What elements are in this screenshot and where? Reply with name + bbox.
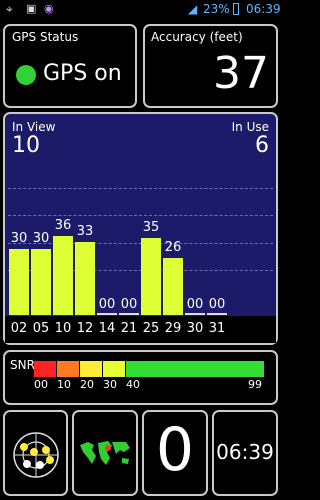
snr-bar bbox=[31, 249, 51, 315]
snr-value-label: 00 bbox=[208, 297, 226, 312]
snr-bar-empty bbox=[97, 313, 117, 315]
snr-bar-empty bbox=[207, 313, 227, 315]
prn-label: 21 bbox=[120, 321, 138, 336]
accuracy-title: Accuracy (feet) bbox=[151, 30, 243, 44]
prn-label: 02 bbox=[10, 321, 28, 336]
in-use-label: In Use bbox=[231, 120, 269, 134]
snr-segment bbox=[126, 361, 264, 377]
satellite-count: 0 bbox=[155, 415, 195, 485]
prn-label: 25 bbox=[142, 321, 160, 336]
in-view-label: In View bbox=[12, 120, 56, 134]
snr-bar bbox=[141, 238, 161, 315]
prn-label: 05 bbox=[32, 321, 50, 336]
world-map-button[interactable] bbox=[72, 410, 138, 496]
gps-status-indicator-icon bbox=[16, 65, 36, 85]
snr-value-label: 26 bbox=[164, 240, 182, 255]
prn-label: 10 bbox=[54, 321, 72, 336]
battery-icon bbox=[233, 3, 239, 15]
snr-bar bbox=[9, 249, 29, 315]
gps-status-title: GPS Status bbox=[12, 30, 79, 44]
snr-tick: 30 bbox=[103, 378, 117, 391]
snr-tick: 99 bbox=[248, 378, 262, 391]
snr-value-label: 33 bbox=[76, 224, 94, 239]
in-use-value: 6 bbox=[255, 133, 269, 158]
world-map-icon bbox=[77, 438, 133, 470]
app-notification-icon: ◉ bbox=[44, 2, 54, 15]
snr-bar bbox=[75, 242, 95, 315]
gps-status-state: GPS on bbox=[43, 61, 122, 86]
snr-value-label: 30 bbox=[10, 231, 28, 246]
prn-label: 12 bbox=[76, 321, 94, 336]
snr-segment bbox=[34, 361, 56, 377]
snr-value-label: 36 bbox=[54, 218, 72, 233]
gps-notification-icon: ⌖ bbox=[6, 2, 13, 16]
snr-bar bbox=[53, 236, 73, 315]
snr-value-label: 35 bbox=[142, 220, 160, 235]
prn-label: 14 bbox=[98, 321, 116, 336]
accuracy-value: 37 bbox=[213, 48, 269, 99]
image-notification-icon: ▣ bbox=[26, 2, 37, 15]
snr-tick: 40 bbox=[126, 378, 140, 391]
snr-label: SNR bbox=[10, 358, 35, 372]
status-clock: 06:39 bbox=[246, 2, 281, 16]
snr-tick: 00 bbox=[34, 378, 48, 391]
snr-segment bbox=[103, 361, 125, 377]
snr-value-label: 00 bbox=[120, 297, 138, 312]
snr-value-label: 00 bbox=[98, 297, 116, 312]
status-bar: ⌖ ▣ ◉ ◢ 23% 06:39 bbox=[0, 0, 281, 20]
battery-percent: 23% bbox=[203, 2, 230, 16]
in-view-value: 10 bbox=[12, 133, 40, 158]
snr-segment bbox=[57, 361, 79, 377]
gps-time: 06:39 bbox=[216, 440, 274, 464]
snr-bar bbox=[163, 258, 183, 315]
snr-segment bbox=[80, 361, 102, 377]
sky-view-button[interactable] bbox=[3, 410, 68, 496]
snr-value-label: 30 bbox=[32, 231, 50, 246]
signal-icon: ◢ bbox=[188, 2, 198, 16]
prn-label: 29 bbox=[164, 321, 182, 336]
grid-line bbox=[8, 215, 273, 216]
snr-tick: 20 bbox=[80, 378, 94, 391]
satellite-radar-icon bbox=[13, 432, 59, 478]
grid-line bbox=[8, 188, 273, 189]
snr-bar-empty bbox=[119, 313, 139, 315]
prn-label: 30 bbox=[186, 321, 204, 336]
prn-label: 31 bbox=[208, 321, 226, 336]
snr-value-label: 00 bbox=[186, 297, 204, 312]
snr-bar-empty bbox=[185, 313, 205, 315]
snr-tick: 10 bbox=[57, 378, 71, 391]
